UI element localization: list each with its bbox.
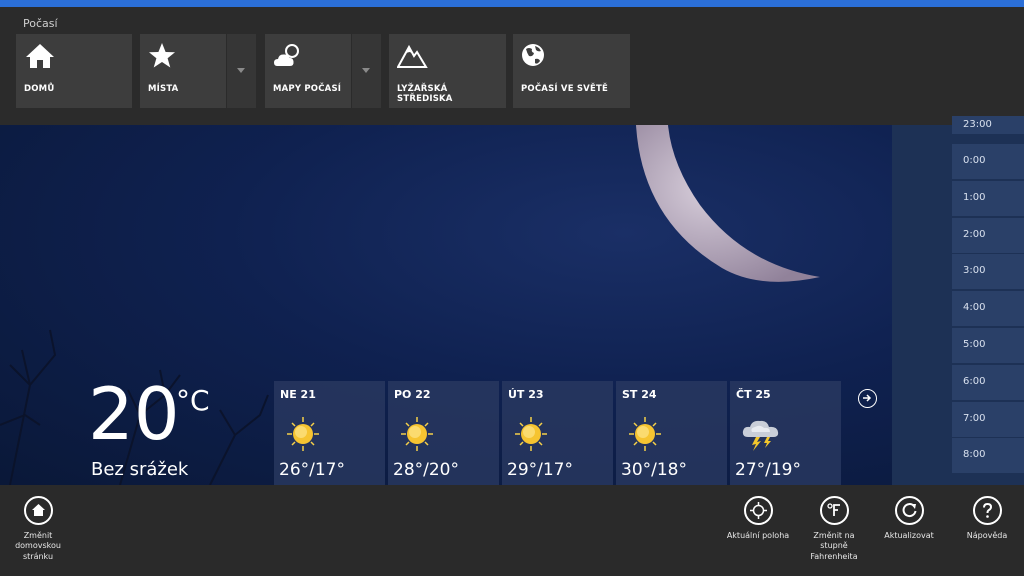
- mountain-icon: [397, 44, 428, 68]
- nav-tile-places[interactable]: MÍSTA: [140, 34, 226, 108]
- top-accent-stripe: [0, 0, 1024, 7]
- chevron-down-icon: [237, 68, 245, 73]
- home-icon: [26, 44, 54, 68]
- sun-icon: [287, 417, 319, 451]
- home-settings-icon: [23, 496, 53, 525]
- hourly-slot[interactable]: 1:00: [952, 180, 1024, 216]
- forecast-day-name: ST 24: [622, 388, 657, 401]
- nav-tile-places-label: MÍSTA: [148, 84, 179, 94]
- nav-tile-home-label: DOMŮ: [24, 84, 55, 94]
- change-home-label: Změnit domovskou stránku: [15, 531, 61, 561]
- star-icon: [149, 43, 175, 68]
- app-bar: [0, 485, 1024, 576]
- forecast-temps: 28°/20°: [393, 460, 459, 480]
- forecast-temps: 30°/18°: [621, 460, 687, 480]
- temperature-unit: °C: [176, 384, 210, 417]
- help-icon: [972, 496, 1002, 525]
- nav-tile-world-weather-label: POČASÍ VE SVĚTĚ: [521, 84, 608, 94]
- forecast-day[interactable]: PO 22 28°/20°: [388, 381, 499, 485]
- hourly-slot[interactable]: 0:00: [952, 144, 1024, 179]
- hourly-slot[interactable]: 7:00: [952, 401, 1024, 437]
- sun-icon: [401, 417, 433, 451]
- forecast-temps: 29°/17°: [507, 460, 573, 480]
- sun-icon: [629, 417, 661, 451]
- hourly-slot[interactable]: 4:00: [952, 291, 1024, 327]
- weather-maps-dropdown-button[interactable]: [352, 34, 381, 108]
- arrow-right-icon: [863, 394, 872, 402]
- current-condition: Bez srážek: [91, 459, 189, 480]
- hourly-slot[interactable]: 3:00: [952, 254, 1024, 290]
- thunderstorm-icon: [742, 420, 779, 451]
- current-location-button[interactable]: Aktuální poloha: [722, 496, 794, 541]
- app-title: Počasí: [23, 17, 58, 30]
- nav-tile-ski-resorts-label: LYŽAŘSKÁ STŘEDISKA: [397, 84, 453, 104]
- weather-map-icon: [274, 44, 299, 66]
- hourly-slot[interactable]: 2:00: [952, 217, 1024, 253]
- places-dropdown-button[interactable]: [227, 34, 256, 108]
- forecast-day-name: ČT 25: [736, 388, 771, 401]
- chevron-down-icon: [362, 68, 370, 73]
- navigation-bar: Počasí DOMŮ MÍSTA MAPY POČASÍ LYŽAŘSKÁ S…: [0, 7, 1024, 125]
- current-temperature: 20: [88, 372, 180, 456]
- forecast-day-name: NE 21: [280, 388, 316, 401]
- help-label: Nápověda: [966, 531, 1008, 540]
- forecast-day[interactable]: ÚT 23 29°/17°: [502, 381, 613, 485]
- change-home-button[interactable]: Změnit domovskou stránku: [8, 496, 68, 562]
- forecast-day[interactable]: ST 24 30°/18°: [616, 381, 727, 485]
- nav-tile-home[interactable]: DOMŮ: [16, 34, 132, 108]
- hourly-slot[interactable]: 8:00: [952, 438, 1024, 474]
- forecast-day-name: ÚT 23: [508, 388, 544, 401]
- fahrenheit-label: Změnit na stupně Fahrenheita: [810, 531, 858, 561]
- nav-tile-weather-maps-label: MAPY POČASÍ: [273, 84, 342, 94]
- forecast-temps: 27°/19°: [735, 460, 801, 480]
- current-location-label: Aktuální poloha: [726, 531, 790, 540]
- refresh-icon: [894, 496, 924, 525]
- hourly-slot[interactable]: 6:00: [952, 364, 1024, 400]
- globe-icon: [522, 44, 544, 66]
- next-days-button[interactable]: [858, 389, 877, 408]
- refresh-label: Aktualizovat: [884, 531, 934, 540]
- forecast-day-name: PO 22: [394, 388, 431, 401]
- refresh-button[interactable]: Aktualizovat: [876, 496, 942, 541]
- sun-icon: [515, 417, 547, 451]
- forecast-temps: 26°/17°: [279, 460, 345, 480]
- nav-tile-weather-maps[interactable]: MAPY POČASÍ: [265, 34, 351, 108]
- fahrenheit-button[interactable]: Změnit na stupně Fahrenheita: [800, 496, 868, 562]
- fahrenheit-icon: [819, 496, 849, 525]
- hourly-slot[interactable]: 5:00: [952, 328, 1024, 363]
- hourly-slot[interactable]: 23:00: [952, 116, 1024, 134]
- crosshair-icon: [743, 496, 773, 525]
- help-button[interactable]: Nápověda: [958, 496, 1016, 541]
- forecast-day[interactable]: ČT 25 27°/19°: [730, 381, 841, 485]
- nav-tile-world-weather[interactable]: POČASÍ VE SVĚTĚ: [513, 34, 630, 108]
- forecast-day[interactable]: NE 21 26°/17°: [274, 381, 385, 485]
- nav-tile-ski-resorts[interactable]: LYŽAŘSKÁ STŘEDISKA: [389, 34, 506, 108]
